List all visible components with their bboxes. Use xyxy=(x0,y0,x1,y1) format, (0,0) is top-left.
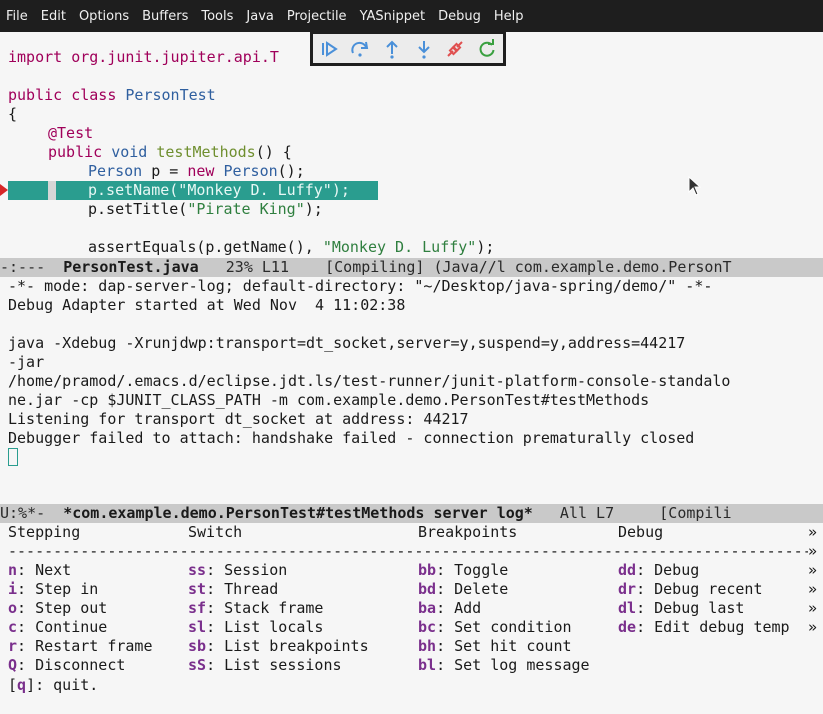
hydra-item-list-breakpoints[interactable]: sb: List breakpoints xyxy=(188,637,369,656)
log-failed: Debugger failed to attach: handshake fai… xyxy=(8,429,695,447)
hydra-divider: ----------------------------------------… xyxy=(8,542,808,560)
truncation-arrow-icon: » xyxy=(808,561,818,579)
code-line-11: assertEquals(p.getName(), "Monkey D. Luf… xyxy=(88,238,495,256)
menu-tools[interactable]: Tools xyxy=(195,9,240,24)
debug-toolbar-buttons xyxy=(313,34,503,63)
log-cmd-3: /home/pramod/.emacs.d/eclipse.jdt.ls/tes… xyxy=(8,372,731,390)
hydra-item-delete[interactable]: bd: Delete xyxy=(418,580,508,599)
truncation-arrow-icon: » xyxy=(808,542,818,560)
hydra-item-session[interactable]: ss: Session xyxy=(188,561,287,580)
hydra-item-debug[interactable]: dd: Debug xyxy=(618,561,699,580)
code-line-6: public void testMethods() { xyxy=(48,143,292,161)
hydra-item-step-out[interactable]: o: Step out xyxy=(8,599,107,618)
menu-yasnippet[interactable]: YASnippet xyxy=(354,9,433,24)
menu-file[interactable]: File xyxy=(0,9,35,24)
fringe-gap xyxy=(48,181,56,200)
modeline-buffer-name[interactable]: PersonTest.java xyxy=(63,258,198,276)
step-out-icon[interactable] xyxy=(382,39,402,59)
restart-icon[interactable] xyxy=(477,38,497,59)
log-cmd-4: ne.jar -cp $JUNIT_CLASS_PATH -m com.exam… xyxy=(8,391,650,409)
truncation-arrow-icon: » xyxy=(808,580,818,598)
log-cmd-1: java -Xdebug -Xrunjdwp:transport=dt_sock… xyxy=(8,334,686,352)
menu-bar: File Edit Options Buffers Tools Java Pro… xyxy=(0,0,823,32)
code-line-1: import org.junit.jupiter.api.T xyxy=(8,48,279,66)
menu-buffers[interactable]: Buffers xyxy=(136,9,195,24)
hydra-quit[interactable]: [q]: quit. xyxy=(8,676,98,695)
truncation-arrow-icon: » xyxy=(808,599,818,617)
log-cmd-2: -jar xyxy=(8,353,45,371)
hydra-item-list-sessions[interactable]: sS: List sessions xyxy=(188,656,342,675)
step-over-icon[interactable] xyxy=(350,39,370,59)
hydra-item-set-log-message[interactable]: bl: Set log message xyxy=(418,656,590,675)
text-cursor xyxy=(8,448,18,466)
log-listening: Listening for transport dt_socket at add… xyxy=(8,410,469,428)
code-line-4: { xyxy=(8,105,18,123)
hydra-item-set-hit-count[interactable]: bh: Set hit count xyxy=(418,637,572,656)
menu-debug[interactable]: Debug xyxy=(432,9,488,24)
menu-options[interactable]: Options xyxy=(73,9,136,24)
hydra-header-breakpoints: Breakpoints xyxy=(418,523,518,541)
hydra-item-thread[interactable]: st: Thread xyxy=(188,580,278,599)
hydra-header-debug: Debug xyxy=(618,523,664,541)
code-line-3: public class PersonTest xyxy=(8,86,216,104)
hydra-item-stack-frame[interactable]: sf: Stack frame xyxy=(188,599,323,618)
modeline-top: -:--- PersonTest.java 23% L11 [Compiling… xyxy=(0,258,823,277)
log-header: -*- mode: dap-server-log; default-direct… xyxy=(8,277,713,295)
truncation-arrow-icon: » xyxy=(808,523,818,541)
hydra-item-toggle[interactable]: bb: Toggle xyxy=(418,561,508,580)
modeline-log-buffer-name[interactable]: *com.example.demo.PersonTest#testMethods… xyxy=(63,504,533,522)
log-started: Debug Adapter started at Wed Nov 4 11:02… xyxy=(8,296,406,314)
mouse-pointer-icon xyxy=(688,176,702,196)
code-line-9: p.setTitle("Pirate King"); xyxy=(88,200,323,218)
breakpoint-arrow-icon[interactable] xyxy=(0,184,8,196)
hydra-item-add[interactable]: ba: Add xyxy=(418,599,481,618)
menu-java[interactable]: Java xyxy=(240,9,280,24)
hydra-item-set-condition[interactable]: bc: Set condition xyxy=(418,618,572,637)
hydra-item-continue[interactable]: c: Continue xyxy=(8,618,107,637)
hydra-header-switch: Switch xyxy=(188,523,243,541)
code-line-5: @Test xyxy=(48,124,94,142)
menu-projectile[interactable]: Projectile xyxy=(281,9,354,24)
debug-toolbar xyxy=(310,31,506,66)
hydra-item-step-in[interactable]: i: Step in xyxy=(8,580,98,599)
modeline-bottom: U:%*- *com.example.demo.PersonTest#testM… xyxy=(0,504,823,523)
code-line-7: Person p = new Person(); xyxy=(88,162,305,180)
hydra-header-stepping: Stepping xyxy=(8,523,81,541)
continue-icon[interactable] xyxy=(319,39,339,59)
truncation-arrow-icon: » xyxy=(808,618,818,636)
hydra-item-debug-recent[interactable]: dr: Debug recent xyxy=(618,580,763,599)
code-line-8-current: p.setName("Monkey D. Luffy"); xyxy=(88,181,350,199)
hydra-item-edit-debug-template[interactable]: de: Edit debug temp xyxy=(618,618,790,637)
menu-edit[interactable]: Edit xyxy=(35,9,73,24)
hydra-item-list-locals[interactable]: sl: List locals xyxy=(188,618,323,637)
hydra-item-disconnect[interactable]: Q: Disconnect xyxy=(8,656,125,675)
menu-help[interactable]: Help xyxy=(488,9,531,24)
disconnect-icon[interactable] xyxy=(445,39,465,59)
hydra-item-debug-last[interactable]: dl: Debug last xyxy=(618,599,744,618)
hydra-item-restart-frame[interactable]: r: Restart frame xyxy=(8,637,153,656)
step-in-icon[interactable] xyxy=(414,39,434,59)
hydra-item-next[interactable]: n: Next xyxy=(8,561,71,580)
